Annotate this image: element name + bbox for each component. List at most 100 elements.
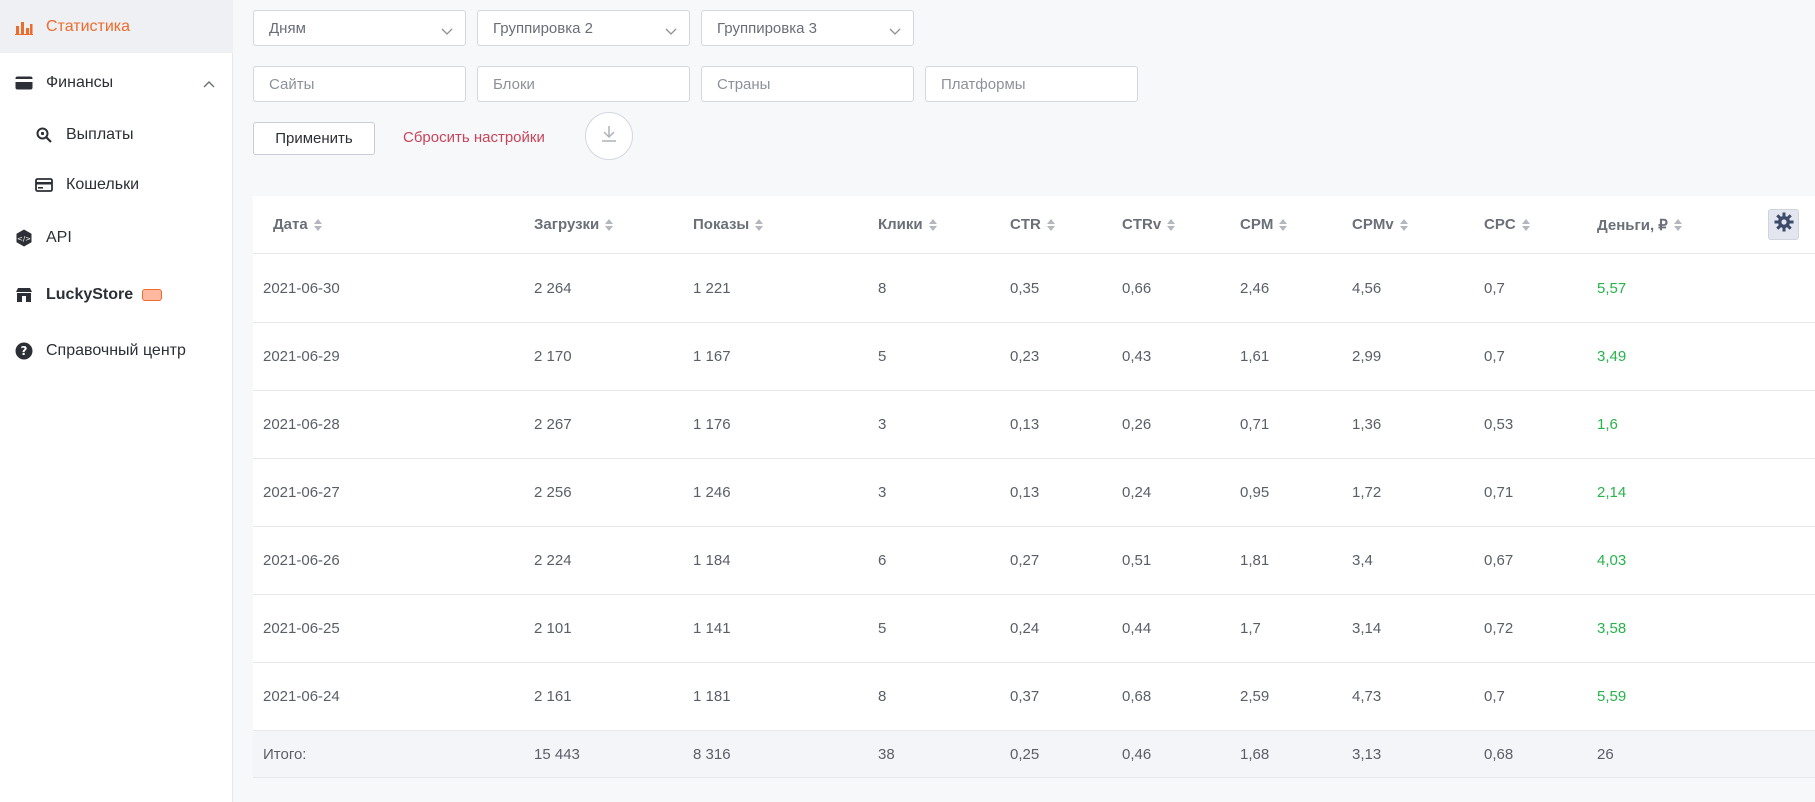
platforms-filter-input[interactable]: Платформы: [925, 66, 1138, 102]
blocks-placeholder: Блоки: [493, 75, 535, 93]
column-header-cpc[interactable]: CPC: [1484, 216, 1530, 233]
cell-ctrv: 0,66: [1122, 280, 1152, 297]
cell-cpc: 0,67: [1484, 552, 1514, 569]
cell-loads: 2 267: [534, 416, 572, 433]
cell-clicks: 3: [878, 416, 887, 433]
cell-cpmv: 2,99: [1352, 348, 1382, 365]
download-icon: [600, 125, 618, 148]
table-header: Дата Загрузки Показы Клики CTR CTRv CPM …: [253, 196, 1815, 254]
sidebar-item-label: Финансы: [46, 74, 114, 91]
select-value: Дням: [269, 19, 306, 37]
cell-date: 2021-06-24: [263, 688, 340, 705]
column-header-cpmv[interactable]: CPMv: [1352, 216, 1408, 233]
cell-cpc: 0,53: [1484, 416, 1514, 433]
sites-placeholder: Сайты: [269, 75, 315, 93]
cell-cpc: 0,7: [1484, 348, 1505, 365]
group-select-3[interactable]: Группировка 3: [701, 10, 914, 46]
svg-text:</>: </>: [17, 235, 31, 243]
question-circle-icon: ?: [14, 341, 34, 361]
bar-chart-icon: [14, 17, 34, 37]
cell-cpmv: 1,72: [1352, 484, 1382, 501]
sidebar-item-label: LuckyStore: [46, 286, 134, 303]
column-header-money[interactable]: Деньги, ₽: [1597, 216, 1682, 234]
cell-cpm: 1,81: [1240, 552, 1270, 569]
sidebar-item-wallets[interactable]: Кошельки: [0, 164, 233, 206]
sidebar-item-finance[interactable]: Финансы: [0, 62, 233, 104]
apply-button[interactable]: Применить: [253, 122, 375, 155]
sidebar-item-statistics[interactable]: Статистика: [0, 0, 233, 53]
cell-loads: 2 256: [534, 484, 572, 501]
cell-money: 2,14: [1597, 484, 1627, 501]
sort-icon: [1046, 218, 1055, 231]
sidebar-item-payouts[interactable]: Выплаты: [0, 114, 233, 156]
chevron-up-icon[interactable]: [203, 75, 215, 93]
cell-loads: 2 264: [534, 280, 572, 297]
table-row: 2021-06-26 2 224 1 184 6 0,27 0,51 1,81 …: [253, 527, 1815, 595]
select-value: Группировка 3: [717, 19, 817, 37]
sort-icon: [605, 218, 614, 231]
total-ctrv: 0,46: [1122, 746, 1152, 763]
cell-ctr: 0,13: [1010, 416, 1040, 433]
cell-clicks: 8: [878, 688, 887, 705]
cell-clicks: 3: [878, 484, 887, 501]
countries-filter-input[interactable]: Страны: [701, 66, 914, 102]
sort-icon: [755, 218, 764, 231]
cell-cpmv: 1,36: [1352, 416, 1382, 433]
platforms-placeholder: Платформы: [941, 75, 1026, 93]
sort-icon: [928, 218, 937, 231]
sites-filter-input[interactable]: Сайты: [253, 66, 466, 102]
cell-date: 2021-06-27: [263, 484, 340, 501]
reset-settings-link[interactable]: Сбросить настройки: [403, 129, 545, 146]
cell-impressions: 1 181: [693, 688, 731, 705]
column-header-impressions[interactable]: Показы: [693, 216, 764, 233]
api-hex-icon: </>: [14, 228, 34, 248]
sort-icon: [1673, 219, 1682, 231]
sort-icon: [1167, 218, 1176, 231]
cell-impressions: 1 141: [693, 620, 731, 637]
store-icon: [14, 285, 34, 305]
chevron-down-icon: [441, 23, 453, 40]
sidebar: Статистика Финансы Выплаты Кошельки </> …: [0, 0, 233, 802]
cell-money: 3,58: [1597, 620, 1627, 637]
cell-cpm: 2,46: [1240, 280, 1270, 297]
cell-cpc: 0,71: [1484, 484, 1514, 501]
total-clicks: 38: [878, 746, 895, 763]
column-header-ctrv[interactable]: CTRv: [1122, 216, 1176, 233]
cell-clicks: 6: [878, 552, 887, 569]
cell-ctrv: 0,44: [1122, 620, 1152, 637]
cell-ctrv: 0,24: [1122, 484, 1152, 501]
download-button[interactable]: [585, 112, 633, 160]
group-select-1[interactable]: Дням: [253, 10, 466, 46]
column-header-clicks[interactable]: Клики: [878, 216, 937, 233]
sidebar-item-label: Справочный центр: [46, 342, 186, 359]
cell-clicks: 5: [878, 348, 887, 365]
sidebar-item-api[interactable]: </> API: [0, 217, 233, 259]
cell-ctr: 0,23: [1010, 348, 1040, 365]
cell-date: 2021-06-26: [263, 552, 340, 569]
chevron-down-icon: [665, 23, 677, 40]
sort-icon: [1399, 218, 1408, 231]
column-header-cpm[interactable]: CPM: [1240, 216, 1288, 233]
column-header-ctr[interactable]: CTR: [1010, 216, 1055, 233]
group-select-2[interactable]: Группировка 2: [477, 10, 690, 46]
table-row: 2021-06-29 2 170 1 167 5 0,23 0,43 1,61 …: [253, 323, 1815, 391]
cell-cpc: 0,72: [1484, 620, 1514, 637]
table-row: 2021-06-30 2 264 1 221 8 0,35 0,66 2,46 …: [253, 255, 1815, 323]
sidebar-item-label: Статистика: [46, 17, 131, 35]
cell-impressions: 1 246: [693, 484, 731, 501]
blocks-filter-input[interactable]: Блоки: [477, 66, 690, 102]
cell-loads: 2 224: [534, 552, 572, 569]
column-header-date[interactable]: Дата: [273, 216, 322, 233]
table-settings-button[interactable]: [1768, 209, 1799, 240]
table-row: 2021-06-24 2 161 1 181 8 0,37 0,68 2,59 …: [253, 663, 1815, 731]
cell-date: 2021-06-28: [263, 416, 340, 433]
cell-ctrv: 0,51: [1122, 552, 1152, 569]
cell-cpc: 0,7: [1484, 280, 1505, 297]
sidebar-item-luckystore[interactable]: LuckyStore: [0, 274, 233, 316]
sidebar-item-help-center[interactable]: ? Справочный центр: [0, 330, 233, 372]
cell-cpm: 1,7: [1240, 620, 1261, 637]
table-row: 2021-06-25 2 101 1 141 5 0,24 0,44 1,7 3…: [253, 595, 1815, 663]
column-header-loads[interactable]: Загрузки: [534, 216, 614, 233]
total-money: 26: [1597, 746, 1614, 763]
new-badge-icon: [142, 289, 163, 301]
